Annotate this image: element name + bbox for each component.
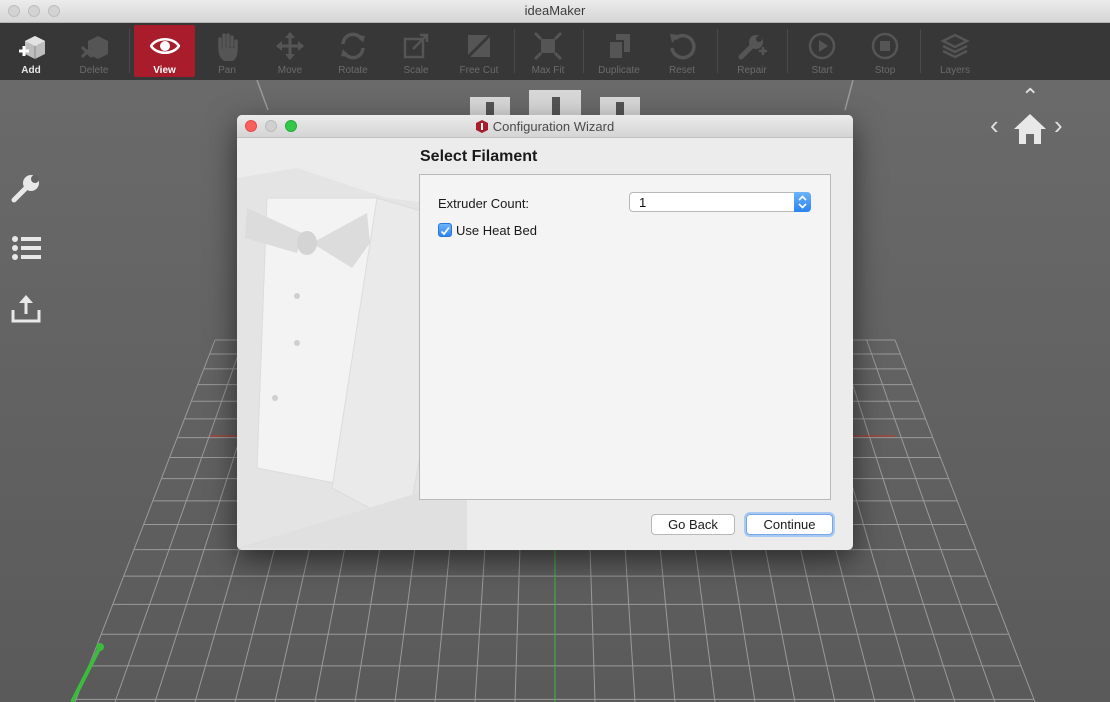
heat-bed-label[interactable]: Use Heat Bed — [456, 223, 537, 238]
view-button[interactable]: View — [134, 25, 195, 77]
delete-button[interactable]: Delete — [65, 25, 123, 77]
move-icon — [276, 32, 304, 60]
chevron-right-icon[interactable]: › — [1054, 112, 1063, 138]
reset-label: Reset — [668, 65, 696, 76]
layers-icon — [940, 33, 970, 59]
scale-button[interactable]: Scale — [387, 25, 445, 77]
duplicate-label: Duplicate — [598, 65, 640, 76]
start-button[interactable]: Start — [793, 25, 851, 77]
chevron-up-icon[interactable]: ⌃ — [1021, 86, 1039, 108]
step-heading: Select Filament — [420, 148, 538, 165]
toolbar-divider — [717, 29, 718, 73]
start-label: Start — [811, 65, 833, 76]
toolbar-divider — [583, 29, 584, 73]
delete-label: Delete — [79, 65, 109, 76]
rotate-icon — [341, 32, 365, 60]
move-button[interactable]: Move — [261, 25, 319, 77]
max-fit-icon — [533, 31, 563, 61]
main-toolbar: Add Delete View Pan Move Rotate Scale Fr… — [0, 23, 1110, 80]
upload-icon[interactable] — [10, 292, 42, 324]
rotate-button[interactable]: Rotate — [324, 25, 382, 77]
repair-label: Repair — [737, 65, 767, 76]
reset-button[interactable]: Reset — [653, 25, 711, 77]
toolbar-divider — [920, 29, 921, 73]
continue-button[interactable]: Continue — [746, 514, 833, 535]
wrench-icon[interactable] — [10, 172, 42, 204]
dialog-title: Configuration Wizard — [492, 119, 615, 134]
duplicate-button[interactable]: Duplicate — [590, 25, 648, 77]
window-title: ideaMaker — [524, 3, 586, 18]
layers-button[interactable]: Layers — [926, 25, 984, 77]
dialog-titlebar: Configuration Wizard — [237, 115, 853, 138]
configuration-wizard-dialog: Configuration Wizard Select Filament Ext… — [237, 115, 853, 550]
view-label: View — [153, 65, 176, 76]
chevron-left-icon[interactable]: ‹ — [990, 112, 999, 138]
stop-button[interactable]: Stop — [856, 25, 914, 77]
home-icon[interactable] — [1013, 112, 1047, 146]
pan-button[interactable]: Pan — [198, 25, 256, 77]
settings-panel: Extruder Count: 1 Use Heat Bed — [419, 174, 831, 500]
stop-icon — [871, 32, 899, 60]
add-label: Add — [21, 65, 41, 76]
delete-icon — [80, 36, 108, 59]
extruder-count-label: Extruder Count: — [438, 196, 530, 211]
updown-chevron-icon — [798, 195, 807, 209]
toolbar-divider — [129, 29, 130, 73]
free-cut-icon — [466, 33, 492, 59]
free-cut-button[interactable]: Free Cut — [450, 25, 508, 77]
repair-icon — [738, 35, 767, 60]
play-icon — [808, 32, 836, 60]
checkmark-icon — [440, 226, 450, 236]
scale-icon — [403, 33, 429, 59]
eye-icon — [149, 38, 180, 54]
max-fit-button[interactable]: Max Fit — [519, 25, 577, 77]
add-button[interactable]: Add — [2, 25, 60, 77]
window-titlebar: ideaMaker — [0, 0, 1110, 23]
ideamaker-app-icon — [475, 120, 488, 133]
list-icon[interactable] — [10, 232, 42, 264]
duplicate-icon — [608, 34, 630, 60]
pan-label: Pan — [218, 65, 236, 76]
select-stepper[interactable] — [794, 192, 811, 212]
max-fit-label: Max Fit — [531, 65, 565, 76]
free-cut-label: Free Cut — [459, 65, 499, 76]
move-label: Move — [277, 65, 303, 76]
extruder-count-select[interactable]: 1 — [629, 192, 811, 212]
hand-icon — [218, 33, 238, 61]
heat-bed-checkbox[interactable] — [438, 223, 452, 237]
scale-label: Scale — [403, 65, 429, 76]
repair-button[interactable]: Repair — [723, 25, 781, 77]
view-nav-cluster: ⌃ ‹ › — [985, 86, 1075, 146]
stop-label: Stop — [874, 65, 896, 76]
toolbar-divider — [787, 29, 788, 73]
rotate-label: Rotate — [338, 65, 368, 76]
toolbar-divider — [514, 29, 515, 73]
reset-icon — [670, 33, 696, 60]
go-back-button[interactable]: Go Back — [651, 514, 735, 535]
extruder-count-value: 1 — [639, 195, 647, 210]
add-icon — [19, 36, 45, 59]
layers-label: Layers — [939, 65, 970, 76]
